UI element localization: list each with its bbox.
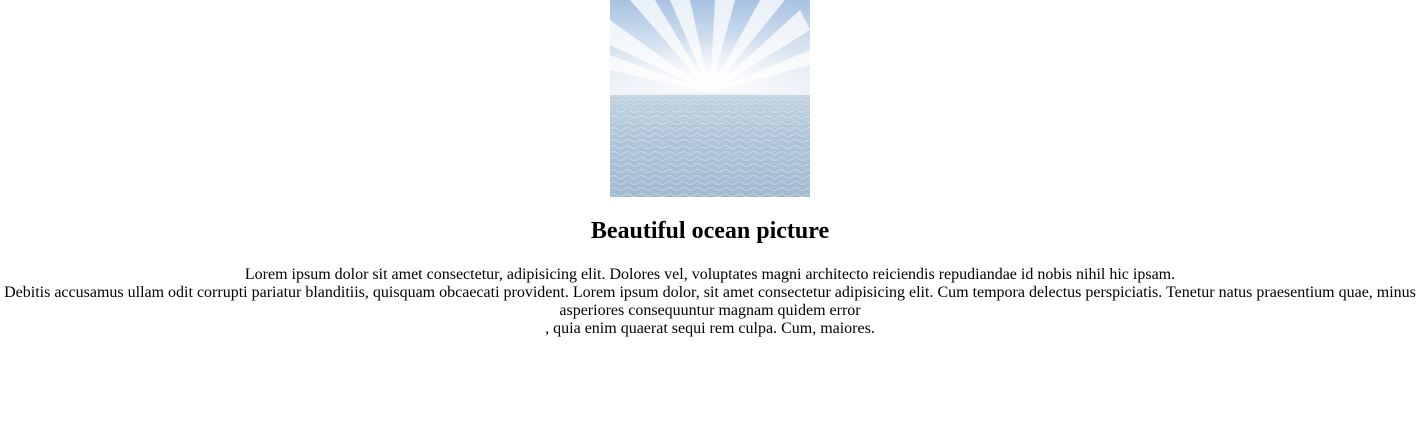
ocean-photo	[610, 0, 810, 197]
ocean-photo-graphic	[610, 0, 810, 197]
paragraph-line-1: Lorem ipsum dolor sit amet consectetur, …	[244, 266, 1176, 283]
paragraph-line-2: Debitis accusamus ullam odit corrupti pa…	[4, 284, 1416, 319]
page-title: Beautiful ocean picture	[590, 218, 830, 244]
description-paragraph: Lorem ipsum dolor sit amet consectetur, …	[0, 266, 1420, 338]
paragraph-line-3: , quia enim quaerat sequi rem culpa. Cum…	[545, 320, 875, 337]
page: Beautiful ocean picture Lorem ipsum dolo…	[0, 0, 1420, 338]
